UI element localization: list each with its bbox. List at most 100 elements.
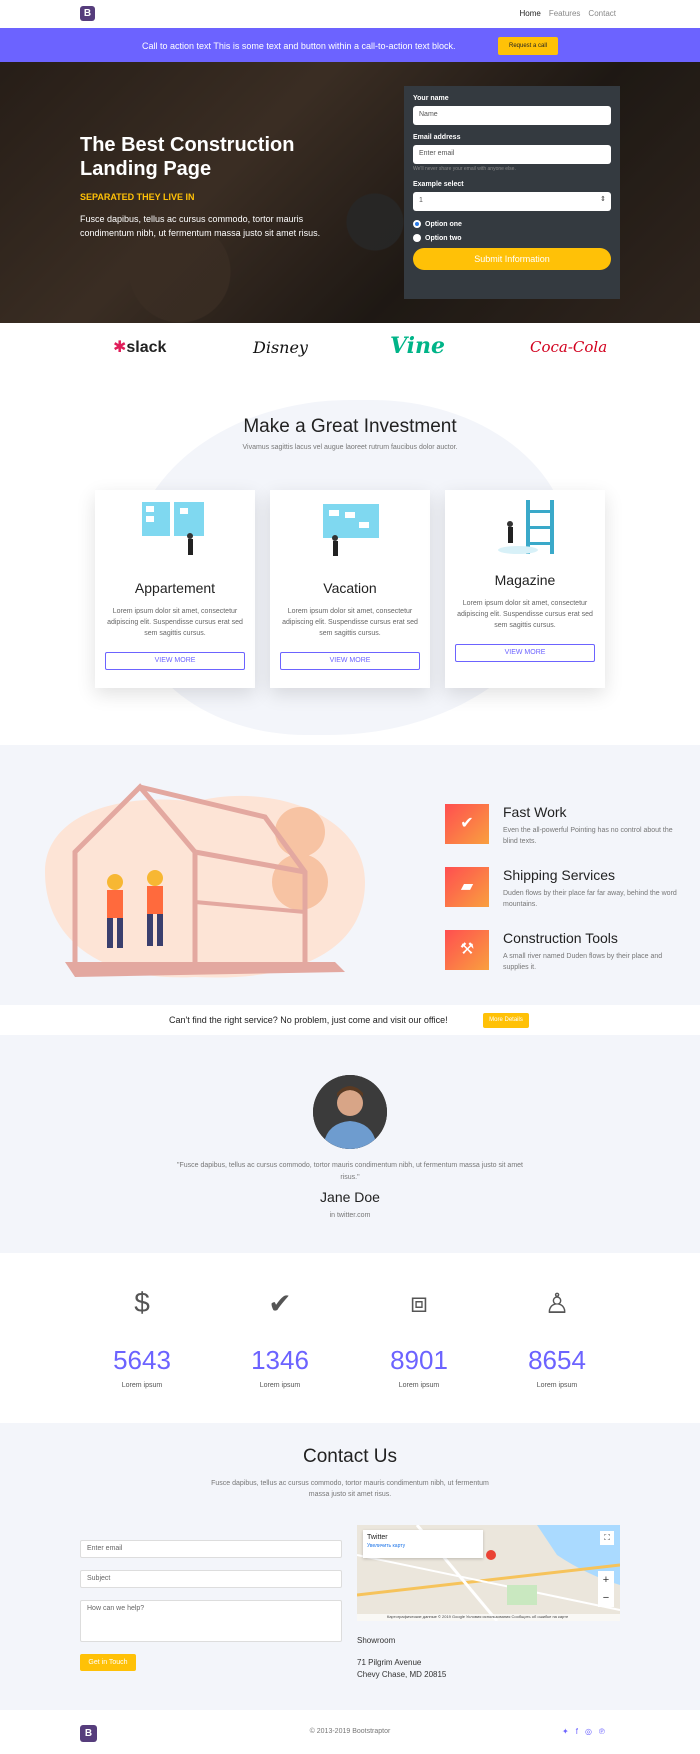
truck-icon: ▰	[445, 867, 489, 907]
slack-mark-icon: ✱	[113, 339, 127, 356]
stat-value: 8901	[390, 1345, 448, 1375]
avatar	[313, 1075, 387, 1149]
name-label: Your name	[413, 95, 449, 102]
more-details-button[interactable]: More Details	[483, 1013, 529, 1028]
stat-value: 5643	[113, 1345, 171, 1375]
feature-text: Duden flows by their place far far away,…	[503, 890, 677, 908]
kanban-illustration-icon	[142, 502, 204, 555]
testimonial-source: in twitter.com	[329, 1212, 371, 1219]
stat-label: Lorem ipsum	[259, 1382, 301, 1389]
stat-label: Lorem ipsum	[536, 1382, 578, 1389]
twitter-icon[interactable]: ✦	[562, 1727, 569, 1736]
cta-text: Call to action text This is some text an…	[142, 41, 456, 51]
facebook-icon[interactable]: f	[576, 1727, 578, 1736]
view-more-button[interactable]: VIEW MORE	[455, 644, 595, 662]
contact-email-input[interactable]: Enter email	[80, 1540, 342, 1558]
email-input[interactable]: Enter email	[413, 145, 611, 164]
card-title: Vacation	[323, 580, 377, 596]
email-label: Email address	[413, 134, 461, 141]
hero-section: The Best Construction Landing Page SEPAR…	[0, 62, 700, 323]
nav-link-home[interactable]: Home	[520, 9, 541, 18]
example-select[interactable]: 1 ⇕	[413, 192, 611, 211]
instagram-icon[interactable]: ◎	[585, 1727, 592, 1736]
select-value: 1	[419, 197, 423, 204]
chevron-updown-icon: ⇕	[600, 196, 606, 203]
radio-checked-icon	[413, 220, 421, 228]
request-call-button[interactable]: Request a call	[498, 37, 558, 55]
testimonial-section: "Fusce dapibus, tellus ac cursus commodo…	[0, 1035, 700, 1253]
fullscreen-icon[interactable]: ⛶	[600, 1531, 614, 1545]
feature-text: Even the all-powerful Pointing has no co…	[503, 827, 673, 845]
nav-link-contact[interactable]: Contact	[588, 9, 616, 18]
map-info-card: Twitter Увеличить карту	[363, 1530, 483, 1558]
house-construction-illustration	[45, 783, 365, 978]
feature-title: Construction Tools	[503, 930, 618, 946]
stat-label: Lorem ipsum	[398, 1382, 440, 1389]
map-footer: Картографические данные © 2019 Google Ус…	[357, 1614, 620, 1621]
card-text: Lorem ipsum dolor sit amet, consectetur …	[457, 600, 593, 629]
card-text: Lorem ipsum dolor sit amet, consectetur …	[282, 608, 418, 637]
radio-option-two-label: Option two	[425, 234, 462, 242]
get-in-touch-button[interactable]: Get in Touch	[80, 1654, 136, 1671]
google-map[interactable]: Twitter Увеличить карту ⛶ + − Картографи…	[357, 1525, 620, 1621]
radio-option-one[interactable]: Option one	[413, 220, 611, 228]
address-line-2: Chevy Chase, MD 20815	[357, 1670, 447, 1679]
view-more-button[interactable]: VIEW MORE	[280, 652, 420, 670]
zoom-out-icon[interactable]: −	[598, 1589, 614, 1607]
zoom-controls: + −	[598, 1571, 614, 1607]
hero-form: Your name Name Email address Enter email…	[404, 86, 620, 299]
testimonial-quote: "Fusce dapibus, tellus ac cursus commodo…	[176, 1162, 523, 1181]
check-icon: ✔	[268, 1288, 292, 1319]
social-links: ✦ f ◎ ℗	[562, 1727, 605, 1736]
navbar: B Home Features Contact	[0, 0, 700, 28]
tools-icon: ⚒	[445, 930, 489, 970]
feature-title: Fast Work	[503, 804, 567, 820]
check-icon: ✔	[445, 804, 489, 844]
map-enlarge-link[interactable]: Увеличить карту	[367, 1543, 479, 1549]
hero-title: The Best Construction Landing Page	[80, 134, 295, 180]
service-bar: Can't find the right service? No problem…	[0, 1005, 700, 1035]
stat-value: 1346	[251, 1345, 309, 1375]
card-title: Magazine	[494, 572, 556, 588]
child-icon: ♙	[544, 1288, 570, 1319]
card-title: Appartement	[134, 580, 216, 596]
submit-button[interactable]: Submit Information	[413, 248, 611, 270]
vine-logo: Vine	[390, 333, 446, 359]
hero-text: Fusce dapibus, tellus ac cursus commodo,…	[80, 214, 321, 238]
hero-subtitle: SEPARATED THEY LIVE IN	[80, 192, 195, 202]
email-help: We'll never share your email with anyone…	[413, 166, 516, 172]
nav-link-features[interactable]: Features	[549, 9, 581, 18]
cubes-icon: ⧈	[410, 1287, 428, 1318]
subject-input[interactable]: Subject	[80, 1570, 342, 1588]
pinterest-icon[interactable]: ℗	[599, 1727, 605, 1736]
investment-lead: Vivamus sagittis lacus vel augue laoreet…	[242, 444, 458, 451]
dollar-icon: $	[134, 1287, 150, 1318]
cta-bar: Call to action text This is some text an…	[0, 28, 700, 62]
board-illustration-icon	[323, 504, 379, 556]
footer: B © 2013-2019 Bootstraptor ✦ f ◎ ℗	[0, 1710, 700, 1754]
radio-option-one-label: Option one	[425, 220, 462, 228]
testimonial-name: Jane Doe	[320, 1189, 380, 1205]
view-more-button[interactable]: VIEW MORE	[105, 652, 245, 670]
person-avatar-icon	[313, 1075, 387, 1149]
coca-cola-logo: Coca-Cola	[530, 338, 608, 356]
zoom-in-icon[interactable]: +	[598, 1571, 614, 1589]
service-text: Can't find the right service? No problem…	[169, 1015, 448, 1025]
shelf-illustration-icon	[498, 500, 554, 554]
map-place-name: Twitter	[367, 1534, 388, 1541]
card-text: Lorem ipsum dolor sit amet, consectetur …	[107, 608, 243, 637]
stat-label: Lorem ipsum	[121, 1382, 163, 1389]
brand-logo[interactable]: B	[80, 6, 95, 21]
name-input[interactable]: Name	[413, 106, 611, 125]
contact-title: Contact Us	[303, 1446, 397, 1467]
contact-lead: Fusce dapibus, tellus ac cursus commodo,…	[211, 1480, 489, 1498]
card-magazine: Magazine Lorem ipsum dolor sit amet, con…	[445, 490, 605, 688]
address-line-1: 71 Pilgrim Avenue	[357, 1658, 422, 1667]
feature-title: Shipping Services	[503, 867, 616, 883]
radio-option-two[interactable]: Option two	[413, 234, 611, 242]
nav-links: Home Features Contact	[520, 9, 617, 18]
slack-logo-text: slack	[126, 339, 167, 356]
radio-unchecked-icon	[413, 234, 421, 242]
feature-text: A small river named Duden flows by their…	[503, 953, 663, 971]
message-textarea[interactable]: How can we help?	[80, 1600, 342, 1642]
